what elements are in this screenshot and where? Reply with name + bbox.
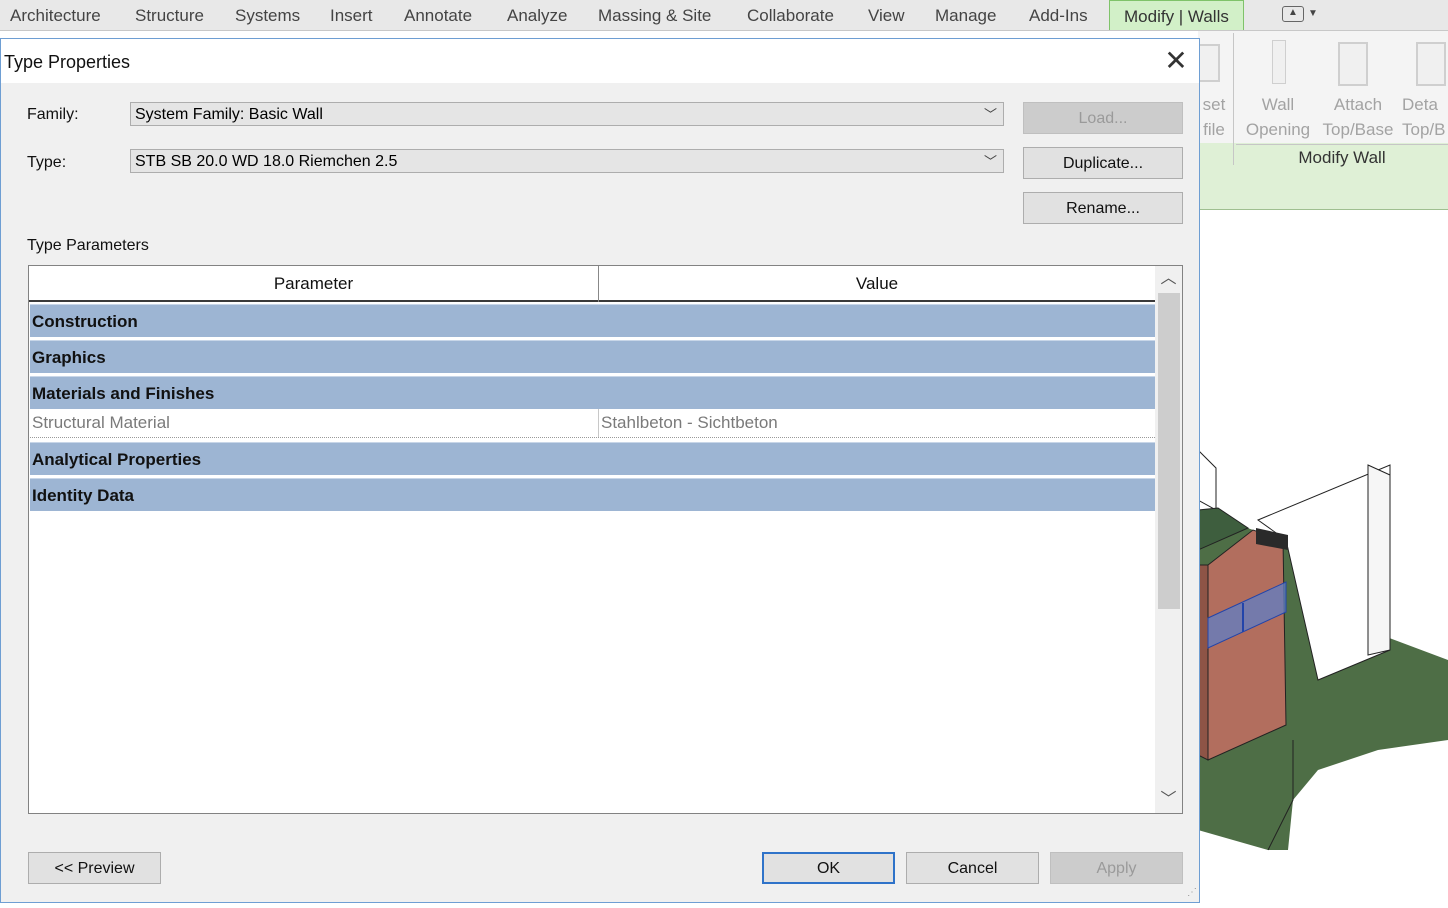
scroll-down-icon[interactable]: ﹀ (1155, 787, 1182, 813)
wall-opening-button[interactable]: Wall Opening (1240, 92, 1316, 142)
tab-architecture[interactable]: Architecture (10, 0, 101, 30)
dialog-title: Type Properties (4, 52, 131, 72)
duplicate-button[interactable]: Duplicate... (1023, 147, 1183, 179)
ok-button[interactable]: OK (762, 852, 895, 884)
type-select[interactable]: STB SB 20.0 WD 18.0 Riemchen 2.5 ﹀ (130, 149, 1004, 173)
family-label: Family: (27, 106, 79, 123)
ribbon-tab-bar: Architecture Structure Systems Insert An… (0, 0, 1448, 31)
cell-divider (598, 409, 599, 437)
wall-opening-label-1: Wall (1261, 95, 1295, 114)
type-parameters-label: Type Parameters (27, 237, 149, 254)
group-identity-data[interactable]: Identity Data (30, 478, 1155, 511)
tab-massing-site[interactable]: Massing & Site (598, 0, 711, 30)
tab-insert[interactable]: Insert (330, 0, 373, 30)
wall-opening-icon (1272, 40, 1286, 84)
vertical-scrollbar[interactable]: ︿ ﹀ (1155, 266, 1182, 813)
reset-profile-label-2: file (1203, 120, 1225, 139)
ribbon-minimize-icon[interactable]: ▲ (1282, 6, 1304, 22)
reset-profile-icon (1200, 44, 1220, 82)
parameter-name: Structural Material (32, 413, 170, 432)
reset-profile-label-1: set (1202, 95, 1226, 114)
close-icon[interactable]: ✕ (1161, 47, 1191, 77)
tab-systems[interactable]: Systems (235, 0, 300, 30)
group-construction[interactable]: Construction (30, 304, 1155, 337)
tab-collaborate[interactable]: Collaborate (747, 0, 834, 30)
scroll-up-icon[interactable]: ︿ (1155, 266, 1182, 292)
attach-top-base-icon (1338, 42, 1368, 86)
table-row[interactable]: Structural Material Stahlbeton - Sichtbe… (30, 409, 1155, 438)
group-materials-and-finishes[interactable]: Materials and Finishes (30, 376, 1155, 409)
detach-label-1: Deta (1402, 95, 1438, 114)
family-select[interactable]: System Family: Basic Wall ﹀ (130, 102, 1004, 126)
tab-annotate[interactable]: Annotate (404, 0, 472, 30)
detach-label-2: Top/B (1402, 120, 1446, 139)
chevron-down-icon: ﹀ (983, 107, 997, 122)
ribbon-panel-label: Modify Wall (1236, 144, 1448, 170)
cancel-button[interactable]: Cancel (906, 852, 1039, 884)
tab-view[interactable]: View (868, 0, 905, 30)
reset-profile-button[interactable]: set file (1200, 92, 1228, 142)
tab-structure[interactable]: Structure (135, 0, 204, 30)
tab-analyze[interactable]: Analyze (507, 0, 567, 30)
type-properties-dialog: Type Properties ✕ Family: System Family:… (0, 38, 1200, 903)
detach-top-base-icon (1416, 42, 1446, 86)
preview-button[interactable]: << Preview (28, 852, 161, 884)
chevron-down-icon: ﹀ (983, 154, 997, 169)
tab-add-ins[interactable]: Add-Ins (1029, 0, 1088, 30)
attach-label-2: Top/Base (1322, 120, 1394, 139)
wall-opening-label-2: Opening (1245, 120, 1311, 139)
building-model-graphic (1197, 448, 1448, 851)
group-graphics[interactable]: Graphics (30, 340, 1155, 373)
tab-manage[interactable]: Manage (935, 0, 996, 30)
column-header-value[interactable]: Value (599, 266, 1155, 302)
group-analytical-properties[interactable]: Analytical Properties (30, 442, 1155, 475)
resize-grip-icon[interactable]: ⋰ (1187, 887, 1197, 898)
type-select-value: STB SB 20.0 WD 18.0 Riemchen 2.5 (135, 153, 398, 170)
column-header-parameter[interactable]: Parameter (29, 266, 598, 302)
rename-button[interactable]: Rename... (1023, 192, 1183, 224)
ribbon-separator (1233, 33, 1234, 165)
apply-button[interactable]: Apply (1050, 852, 1183, 884)
family-select-value: System Family: Basic Wall (135, 106, 323, 123)
load-button[interactable]: Load... (1023, 102, 1183, 134)
chevron-down-icon[interactable]: ▼ (1308, 8, 1318, 19)
3d-view-canvas[interactable] (1197, 210, 1448, 903)
type-label: Type: (27, 154, 67, 171)
attach-label-1: Attach (1333, 95, 1383, 114)
detach-top-base-button[interactable]: Deta Top/B (1402, 92, 1448, 142)
type-parameters-grid: Parameter Value Construction Graphics Ma… (28, 265, 1183, 814)
parameter-value[interactable]: Stahlbeton - Sichtbeton (601, 409, 778, 437)
scrollbar-thumb[interactable] (1158, 293, 1180, 609)
dialog-titlebar: Type Properties ✕ (1, 39, 1199, 83)
attach-top-base-button[interactable]: Attach Top/Base (1320, 92, 1396, 142)
tab-modify-walls[interactable]: Modify | Walls (1109, 0, 1244, 30)
